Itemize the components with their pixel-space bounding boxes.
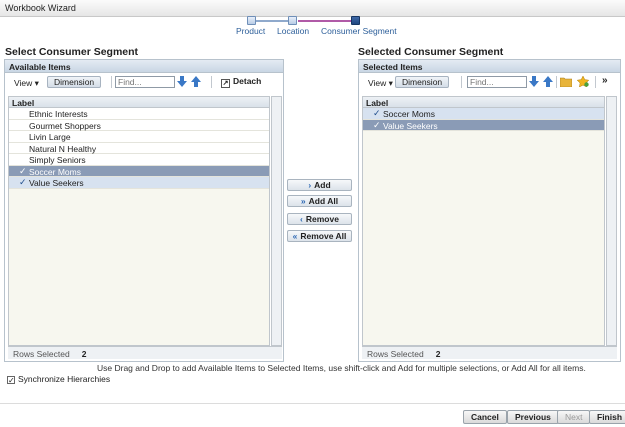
favorite-star-icon[interactable] xyxy=(577,76,589,87)
move-down-icon[interactable] xyxy=(177,76,187,87)
scrollbar[interactable] xyxy=(606,96,617,346)
remove-label: Remove xyxy=(305,214,339,224)
move-up-icon[interactable] xyxy=(543,76,553,87)
rows-selected-count: 2 xyxy=(81,349,87,359)
list-item[interactable]: Gourmet Shoppers xyxy=(9,119,269,131)
synchronize-hierarchies-label: Synchronize Hierarchies xyxy=(18,374,111,384)
cancel-button[interactable]: Cancel xyxy=(463,410,507,424)
toolbar-divider xyxy=(556,76,557,88)
list-item[interactable]: Ethnic Interests xyxy=(9,108,269,120)
find-input[interactable] xyxy=(115,76,175,88)
view-label: View xyxy=(14,78,33,88)
double-arrow-right-icon: » xyxy=(300,196,306,206)
instruction-text: Use Drag and Drop to add Available Items… xyxy=(97,363,586,373)
checkmark-icon: ✓ xyxy=(373,119,381,130)
add-label: Add xyxy=(314,180,331,190)
column-header-label[interactable]: Label xyxy=(363,97,604,108)
checkbox-icon[interactable]: ✓ xyxy=(7,376,15,385)
move-up-icon[interactable] xyxy=(191,76,201,87)
rows-selected-footer: Rows Selected 2 xyxy=(362,346,617,359)
double-arrow-left-icon: « xyxy=(292,231,298,241)
list-item-label: Natural N Healthy xyxy=(29,143,97,154)
checkmark-icon: ✓ xyxy=(373,108,381,118)
list-item[interactable]: Natural N Healthy xyxy=(9,142,269,154)
scrollbar[interactable] xyxy=(271,96,282,346)
finish-button[interactable]: Finish xyxy=(589,410,625,424)
remove-all-label: Remove All xyxy=(300,231,347,241)
toolbar-divider xyxy=(111,76,112,88)
rows-selected-label: Rows Selected xyxy=(13,349,70,359)
train-label-consumer-segment: Consumer Segment xyxy=(321,26,397,36)
left-section-title: Select Consumer Segment xyxy=(5,46,139,58)
list-item-label: Ethnic Interests xyxy=(29,109,88,119)
right-section-title: Selected Consumer Segment xyxy=(358,46,504,58)
selected-toolbar: View ▾ Dimension » xyxy=(359,73,620,92)
rows-selected-footer: Rows Selected 2 xyxy=(8,346,282,359)
window-title: Workbook Wizard xyxy=(5,3,76,13)
list-item-label: Soccer Moms xyxy=(29,166,81,177)
list-item-label: Gourmet Shoppers xyxy=(29,120,101,131)
folder-icon[interactable] xyxy=(560,76,572,87)
selected-items-header: Selected Items xyxy=(359,60,620,73)
column-header-label[interactable]: Label xyxy=(9,97,269,108)
train-connector xyxy=(298,20,354,22)
rows-selected-label: Rows Selected xyxy=(367,349,424,359)
checkmark-icon: ✓ xyxy=(19,177,27,187)
dimension-button[interactable]: Dimension xyxy=(395,76,450,88)
view-menu[interactable]: View ▾ xyxy=(365,77,396,90)
toolbar-divider xyxy=(211,76,212,88)
detach-label: Detach xyxy=(233,76,262,86)
remove-all-button[interactable]: «Remove All xyxy=(287,230,352,242)
chevron-down-icon: ▾ xyxy=(34,78,39,88)
add-all-button[interactable]: » Add All xyxy=(287,195,352,207)
selected-items-panel: Selected Items View ▾ Dimension » Label … xyxy=(358,59,621,362)
list-item-label: Livin Large xyxy=(29,132,71,142)
rows-selected-count: 2 xyxy=(435,349,441,359)
train-step-consumer-segment xyxy=(351,16,360,25)
list-item-label: Soccer Moms xyxy=(383,109,435,119)
train-label-product[interactable]: Product xyxy=(236,26,265,36)
arrow-right-icon: › xyxy=(308,180,312,190)
previous-button[interactable]: Previous xyxy=(507,410,559,424)
remove-button[interactable]: ‹ Remove xyxy=(287,213,352,225)
divider xyxy=(0,403,625,404)
available-items-panel: Available Items View ▾ Dimension ↗Detach… xyxy=(4,59,284,362)
window-title-bar: Workbook Wizard xyxy=(0,0,625,17)
list-item[interactable]: ✓ Value Seekers xyxy=(363,119,604,131)
view-menu[interactable]: View ▾ xyxy=(11,77,42,90)
checkmark-icon: ✓ xyxy=(19,165,27,176)
selected-items-list: Label ✓ Soccer Moms ✓ Value Seekers xyxy=(362,96,605,346)
list-item[interactable]: Livin Large xyxy=(9,131,269,143)
dimension-button[interactable]: Dimension xyxy=(47,76,102,88)
add-all-label: Add All xyxy=(308,196,339,206)
list-item[interactable]: ✓ Soccer Moms xyxy=(363,108,604,120)
add-button[interactable]: › Add xyxy=(287,179,352,191)
available-items-header: Available Items xyxy=(5,60,283,73)
list-item-label: Simply Seniors xyxy=(29,155,86,165)
synchronize-hierarchies-checkbox[interactable]: ✓ Synchronize Hierarchies xyxy=(7,374,111,385)
train-label-location[interactable]: Location xyxy=(277,26,309,36)
wizard-train: Product Location Consumer Segment xyxy=(230,16,400,46)
move-down-icon[interactable] xyxy=(529,76,539,87)
list-item-label: Value Seekers xyxy=(383,120,438,131)
detach-icon: ↗ xyxy=(221,79,230,88)
available-items-list: Label Ethnic Interests Gourmet Shoppers Li… xyxy=(8,96,270,346)
toolbar-divider xyxy=(461,76,462,88)
train-step-product[interactable] xyxy=(247,16,256,25)
view-label: View xyxy=(368,78,387,88)
list-item[interactable]: ✓ Soccer Moms xyxy=(9,165,269,177)
find-input[interactable] xyxy=(467,76,527,88)
train-step-location[interactable] xyxy=(288,16,297,25)
next-button: Next xyxy=(557,410,591,424)
list-item-label: Value Seekers xyxy=(29,178,84,188)
overflow-menu-button[interactable]: » xyxy=(602,75,608,86)
chevron-down-icon: ▾ xyxy=(388,78,393,88)
detach-button[interactable]: ↗ Detach xyxy=(221,76,261,88)
list-item[interactable]: ✓ Value Seekers xyxy=(9,177,269,189)
toolbar-divider xyxy=(595,76,596,88)
available-toolbar: View ▾ Dimension ↗Detach xyxy=(5,73,283,92)
list-item[interactable]: Simply Seniors xyxy=(9,154,269,166)
arrow-left-icon: ‹ xyxy=(300,214,303,224)
